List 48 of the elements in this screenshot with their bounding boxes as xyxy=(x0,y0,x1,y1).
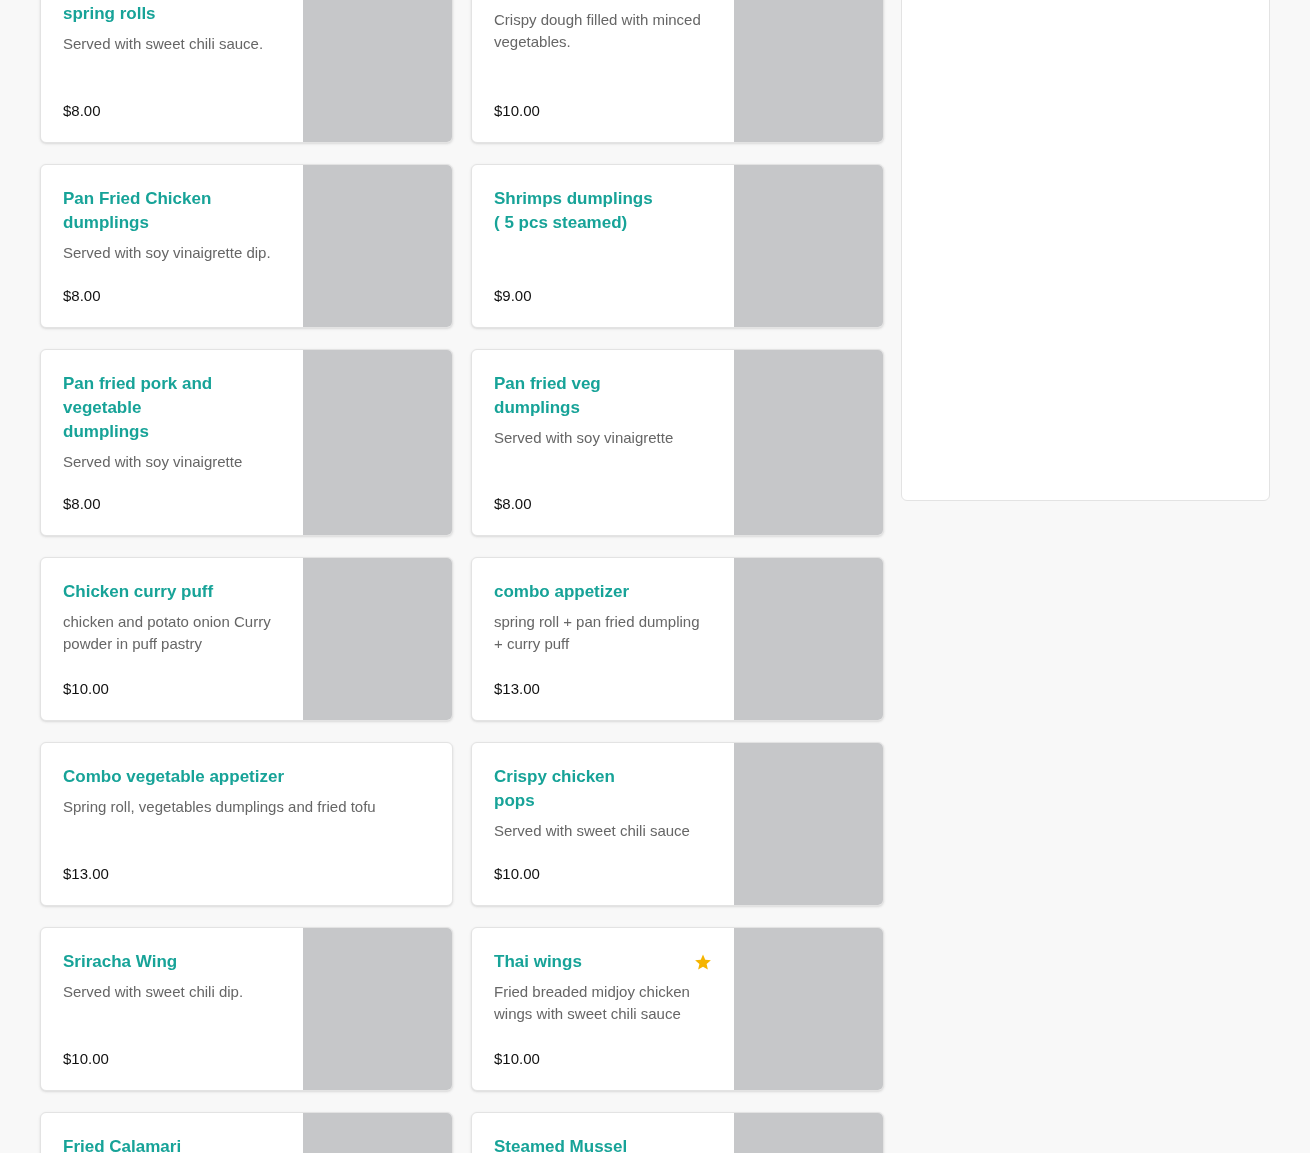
item-description: Crispy dough filled with minced vegetables. xyxy=(494,10,702,52)
item-title: Pan Fried Chicken dumplings xyxy=(63,188,213,234)
item-title: Pan fried pork and vegetable dumplings xyxy=(63,373,214,443)
item-price: $8.00 xyxy=(494,494,533,514)
menu-item-card[interactable]: Shrimps dumplings ( 5 pcs steamed) $9.00 xyxy=(471,164,884,328)
item-price: $10.00 xyxy=(494,1049,541,1069)
item-description: spring roll + pan fried dumpling + curry puff xyxy=(494,612,701,654)
menu-item-card[interactable]: Pan fried pork and vegetable dumplings Served with soy vinaigrette $8.00 xyxy=(40,349,453,536)
menu-item-card[interactable]: Chicken curry puff chicken and potato onion Curry powder in puff pastry $10.00 xyxy=(40,557,453,721)
item-title: Sriracha Wing xyxy=(63,951,178,973)
menu-item-card[interactable]: Thai wings Fried breaded midjoy chicken wings with sweet chili sauce $10.00 xyxy=(471,927,884,1091)
item-price: $8.00 xyxy=(63,286,102,306)
item-description: Served with sweet chili sauce xyxy=(494,821,691,841)
menu-item-card[interactable]: combo appetizer spring roll + pan fried dumpling + curry puff $13.00 xyxy=(471,557,884,721)
item-price: $10.00 xyxy=(63,679,110,699)
item-title: Fried Calamari xyxy=(63,1136,182,1153)
item-description: Served with sweet chili sauce. xyxy=(63,34,265,54)
item-price: $13.00 xyxy=(63,864,110,884)
item-price: $9.00 xyxy=(494,286,533,306)
item-price: $13.00 xyxy=(494,679,541,699)
menu-item-card[interactable]: Pan Fried Chicken dumplings Served with soy vinaigrette dip. $8.00 xyxy=(40,164,453,328)
item-price: $10.00 xyxy=(63,1049,110,1069)
item-title: Combo vegetable appetizer xyxy=(63,766,285,788)
item-description: Spring roll, vegetables dumplings and fried tofu xyxy=(63,797,377,817)
item-description: chicken and potato onion Curry powder in puff pastry xyxy=(63,612,272,654)
item-title: Thai wings xyxy=(494,951,582,973)
item-title: Shrimps dumplings ( 5 pcs steamed) xyxy=(494,188,654,234)
menu-item-card[interactable]: Combo vegetable appetizer Spring roll, vegetables dumplings and fried tofu $13.00 xyxy=(40,742,453,906)
item-title: Steamed Mussel xyxy=(494,1136,628,1153)
item-price: $10.00 xyxy=(494,864,541,884)
item-title: Pan fried veg dumplings xyxy=(494,373,602,419)
item-title: Chicken curry puff xyxy=(63,581,214,603)
item-title: combo appetizer xyxy=(494,581,630,603)
menu-item-card[interactable]: Crispy dough filled with minced vegetables. $10.00 xyxy=(471,0,884,143)
menu-item-card[interactable]: Crispy chicken pops Served with sweet chili sauce $10.00 xyxy=(471,742,884,906)
menu-item-card[interactable]: Sriracha Wing Served with sweet chili dip. $10.00 xyxy=(40,927,453,1091)
menu-item-card[interactable]: spring rolls Served with sweet chili sauce. $8.00 xyxy=(40,0,453,143)
item-price: $8.00 xyxy=(63,101,102,121)
item-description: Served with sweet chili dip. xyxy=(63,982,245,1002)
item-price: $8.00 xyxy=(63,494,102,514)
item-price: $10.00 xyxy=(494,101,541,121)
item-title: spring rolls xyxy=(63,3,156,25)
item-title: Crispy chicken pops xyxy=(494,766,616,812)
menu-item-card[interactable]: Pan fried veg dumplings Served with soy vinaigrette $8.00 xyxy=(471,349,884,536)
item-description: Fried breaded midjoy chicken wings with sweet chili sauce xyxy=(494,982,691,1024)
item-description: Served with soy vinaigrette dip. xyxy=(63,243,272,263)
item-description: Served with soy vinaigrette xyxy=(494,428,675,448)
item-description: Served with soy vinaigrette xyxy=(63,452,244,472)
